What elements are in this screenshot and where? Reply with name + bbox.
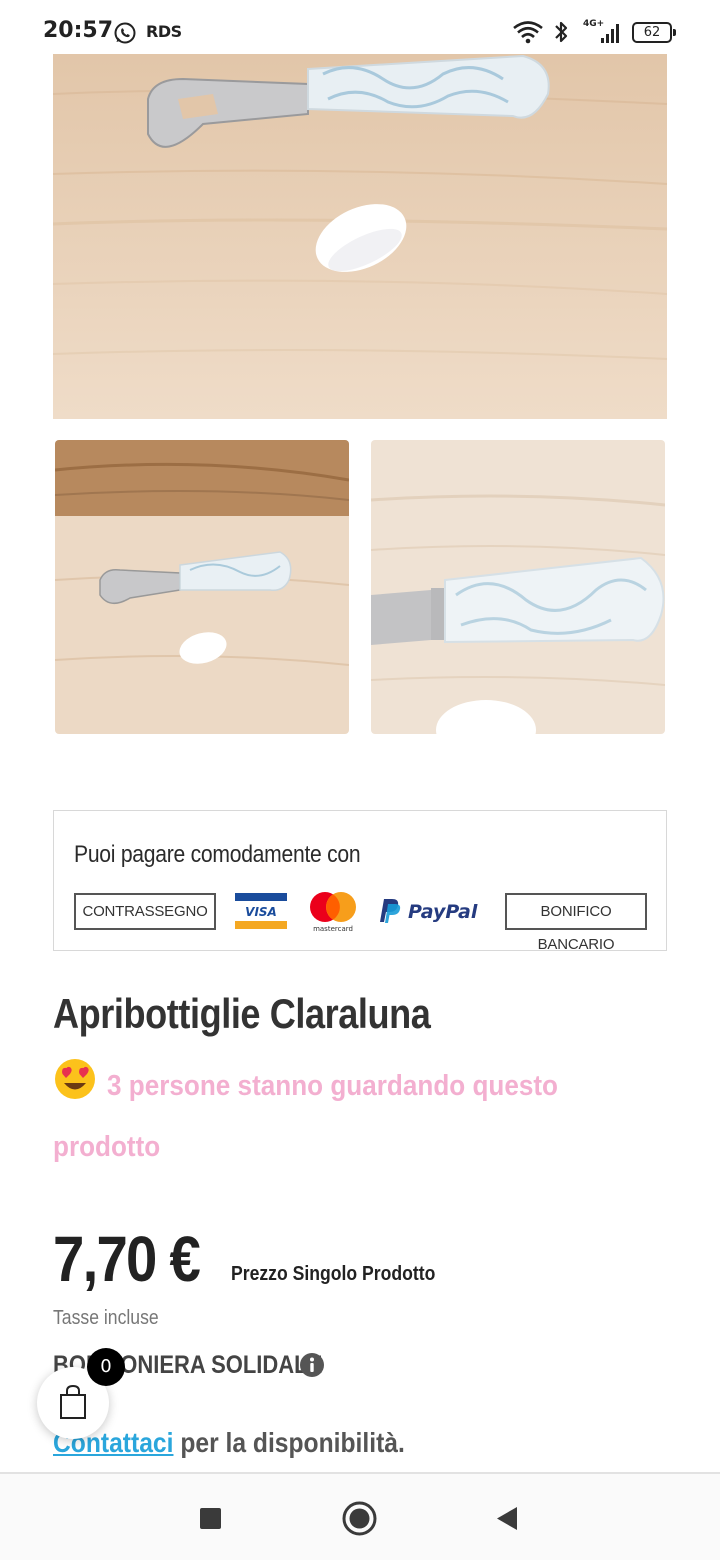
mastercard-label: mastercard <box>313 925 353 933</box>
visa-label: VISA <box>245 905 277 919</box>
whatsapp-icon <box>114 22 136 44</box>
status-bar: 20:57 RDS 4G+ 62 <box>0 0 720 54</box>
wifi-icon <box>513 21 543 44</box>
visa-icon: VISA <box>235 893 287 929</box>
thumbnail-photo-2 <box>371 440 665 734</box>
price-note: Prezzo Singolo Prodotto <box>231 1263 436 1285</box>
availability-suffix: per la disponibilità. <box>173 1427 405 1458</box>
mastercard-icon: mastercard <box>310 892 356 933</box>
back-icon[interactable] <box>495 1505 519 1532</box>
product-thumbnail-1[interactable] <box>55 440 349 734</box>
battery-level: 62 <box>643 25 661 40</box>
info-icon[interactable] <box>299 1352 325 1378</box>
cart-button[interactable]: 0 <box>37 1348 125 1439</box>
product-main-image[interactable] <box>53 54 667 419</box>
thumbnail-photo-1 <box>55 440 349 734</box>
cart-count-badge: 0 <box>87 1348 125 1386</box>
bank-transfer-badge: BONIFICO BANCARIO <box>505 893 647 953</box>
bottle-opener-photo <box>53 54 667 419</box>
payment-methods-box: Puoi pagare comodamente con CONTRASSEGNO… <box>53 810 667 953</box>
status-time: 20:57 <box>43 18 114 43</box>
availability-text: Contattaci per la disponibilità. <box>53 1427 405 1459</box>
battery-icon: 62 <box>632 22 676 43</box>
cod-badge: CONTRASSEGNO <box>74 893 216 930</box>
viewers-notice: 3 persone stanno guardando questo prodot… <box>53 1070 559 1163</box>
shopping-bag-icon <box>60 1384 86 1419</box>
payment-title: Puoi pagare comodamente con <box>74 841 361 868</box>
product-title: Apribottiglie Claraluna <box>53 990 431 1037</box>
bluetooth-icon <box>555 21 568 43</box>
product-thumbnail-2[interactable] <box>371 440 665 734</box>
product-price: 7,70 € <box>53 1223 201 1295</box>
system-nav-bar <box>0 1472 720 1560</box>
tax-note: Tasse incluse <box>53 1307 159 1329</box>
paypal-label: PayPal <box>408 901 478 923</box>
signal-icon <box>601 24 619 43</box>
paypal-icon: PayPal <box>380 899 478 923</box>
carrier-label: RDS <box>146 22 182 41</box>
home-icon[interactable] <box>342 1501 377 1536</box>
recent-apps-icon[interactable] <box>200 1508 221 1529</box>
